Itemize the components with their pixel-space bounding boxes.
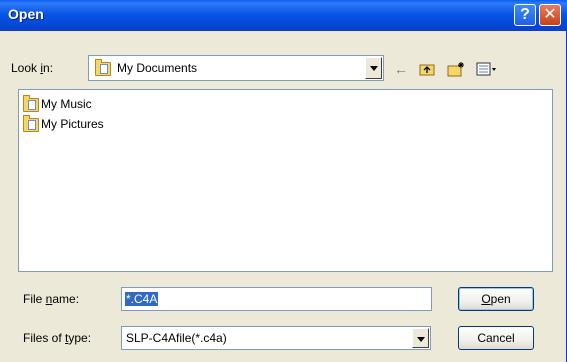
cancel-button[interactable]: Cancel xyxy=(458,326,534,350)
dialog-title: Open xyxy=(8,6,44,22)
up-folder-icon[interactable] xyxy=(419,61,435,77)
close-icon: ✕ xyxy=(543,6,557,23)
file-name: My Music xyxy=(41,97,92,111)
new-folder-icon[interactable] xyxy=(447,61,465,77)
music-folder-icon xyxy=(23,95,39,112)
file-type-dropdown-button[interactable] xyxy=(412,328,429,348)
look-in-value: My Documents xyxy=(117,61,198,75)
look-in-dropdown-button[interactable] xyxy=(365,57,382,79)
view-menu-icon[interactable] xyxy=(476,61,498,77)
chevron-down-icon xyxy=(417,337,425,342)
title-bar[interactable]: Open ? ✕ xyxy=(0,0,567,31)
file-type-dropdown[interactable]: SLP-C4Afile(*.c4a) xyxy=(121,326,431,350)
chevron-down-icon xyxy=(370,66,378,71)
file-name-value: *.C4A xyxy=(125,292,159,306)
file-name-input[interactable]: *.C4A xyxy=(121,287,432,311)
close-button[interactable]: ✕ xyxy=(539,4,561,26)
pictures-folder-icon xyxy=(23,115,39,132)
file-list[interactable]: My Music My Pictures xyxy=(18,89,553,272)
look-in-label: Look in: xyxy=(11,61,54,75)
file-type-label: Files of type: xyxy=(23,331,92,345)
open-dialog: Open ? ✕ Look in: My Documents ← My Musi… xyxy=(0,0,567,362)
my-documents-icon xyxy=(95,59,111,76)
help-button[interactable]: ? xyxy=(514,4,536,26)
file-name-label: File name: xyxy=(23,292,80,306)
help-icon: ? xyxy=(520,6,530,23)
open-button[interactable]: Open xyxy=(458,287,534,311)
file-type-value: SLP-C4Afile(*.c4a) xyxy=(126,331,227,345)
file-name: My Pictures xyxy=(41,117,104,131)
look-in-dropdown[interactable]: My Documents xyxy=(88,55,384,81)
back-icon[interactable]: ← xyxy=(394,61,408,77)
